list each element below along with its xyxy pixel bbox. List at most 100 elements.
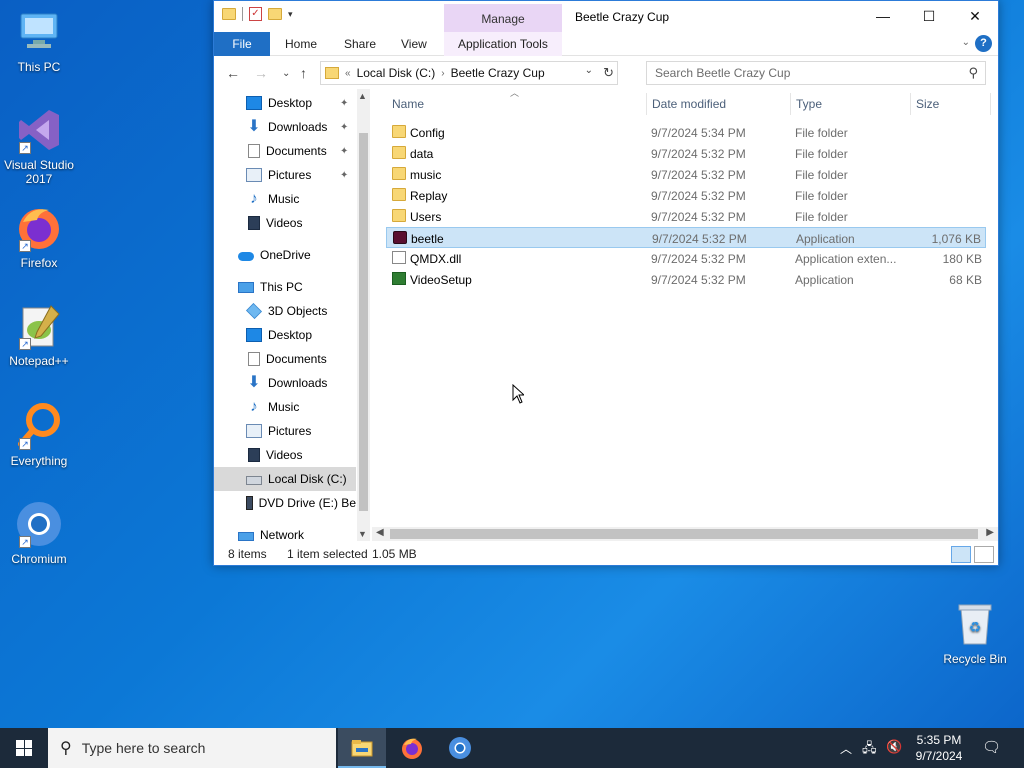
nav-item-pictures[interactable]: Pictures ✦	[214, 163, 356, 187]
nav-item-3d-objects[interactable]: 3D Objects	[214, 299, 356, 323]
nav-item-label: Downloads	[268, 376, 328, 390]
taskbar-file-explorer[interactable]	[338, 728, 386, 768]
minimize-button[interactable]: —	[860, 1, 906, 31]
nav-item-onedrive[interactable]: OneDrive	[214, 243, 356, 267]
horizontal-scrollbar[interactable]: ◀ ▶	[372, 527, 998, 541]
scroll-down-icon[interactable]: ▼	[358, 529, 367, 539]
close-button[interactable]: ✕	[952, 1, 998, 31]
tab-application-tools[interactable]: Application Tools	[444, 32, 562, 56]
nav-item-downloads[interactable]: ⬇ Downloads ✦	[214, 115, 356, 139]
properties-icon[interactable]: ✓	[249, 7, 262, 21]
nav-item-music[interactable]: ♪ Music	[214, 187, 356, 211]
table-row[interactable]: data 9/7/2024 5:32 PM File folder	[386, 143, 986, 164]
column-divider[interactable]	[990, 93, 991, 115]
new-folder-icon[interactable]	[268, 8, 282, 20]
table-row[interactable]: Config 9/7/2024 5:34 PM File folder	[386, 122, 986, 143]
table-row[interactable]: QMDX.dll 9/7/2024 5:32 PM Application ex…	[386, 248, 986, 269]
desktop-icon-this-pc[interactable]: This PC	[0, 8, 78, 74]
breadcrumb-local-disk[interactable]: Local Disk (C:)	[357, 66, 436, 80]
pin-icon: ✦	[340, 97, 349, 109]
pictures-icon	[246, 168, 262, 182]
start-button[interactable]	[0, 728, 48, 768]
column-header-name[interactable]: Name	[392, 97, 424, 111]
nav-pane-scrollbar[interactable]: ▲ ▼	[357, 89, 370, 541]
back-arrow-icon[interactable]: ←	[226, 65, 240, 81]
table-row[interactable]: Users 9/7/2024 5:32 PM File folder	[386, 206, 986, 227]
nav-item-music-pc[interactable]: ♪ Music	[214, 395, 356, 419]
column-divider[interactable]	[790, 93, 791, 115]
breadcrumb-overflow[interactable]: «	[345, 68, 351, 79]
desktop-icon-everything[interactable]: ↗ Everything	[0, 402, 78, 468]
maximize-button[interactable]: ☐	[906, 1, 952, 31]
nav-item-network[interactable]: Network	[214, 523, 356, 541]
breadcrumb-chevron-icon[interactable]: ›	[441, 68, 444, 79]
column-header-size[interactable]: Size	[916, 97, 939, 111]
tab-view[interactable]: View	[387, 32, 441, 56]
notifications-icon[interactable]: 🗨	[982, 738, 1001, 756]
refresh-icon[interactable]: ↻	[603, 65, 614, 81]
desktop-icon-visual-studio[interactable]: ↗ Visual Studio 2017	[0, 106, 78, 186]
taskbar-search-box[interactable]: ⚲ Type here to search	[48, 728, 336, 768]
nav-item-desktop-pc[interactable]: Desktop	[214, 323, 356, 347]
tab-home[interactable]: Home	[271, 32, 331, 56]
search-placeholder: Search Beetle Crazy Cup	[655, 66, 791, 80]
nav-item-dvd-drive[interactable]: DVD Drive (E:) Be	[214, 491, 356, 515]
column-divider[interactable]	[910, 93, 911, 115]
nav-item-local-disk[interactable]: Local Disk (C:)	[214, 467, 356, 491]
system-clock[interactable]: 5:35 PM 9/7/2024	[905, 732, 973, 764]
scrollbar-thumb[interactable]	[390, 529, 978, 539]
desktop-icon-recycle-bin[interactable]: ♻ Recycle Bin	[936, 600, 1014, 666]
tab-share[interactable]: Share	[330, 32, 390, 56]
nav-item-this-pc[interactable]: This PC	[214, 275, 356, 299]
desktop-icon-notepad-plus-plus[interactable]: ↗ Notepad++	[0, 302, 78, 368]
nav-item-label: 3D Objects	[268, 304, 328, 318]
volume-muted-icon[interactable]: 🔇	[886, 739, 902, 755]
search-input[interactable]: Search Beetle Crazy Cup ⚲	[646, 61, 986, 85]
forward-arrow-icon[interactable]: →	[254, 65, 268, 81]
breadcrumb-beetle-crazy-cup[interactable]: Beetle Crazy Cup	[451, 66, 545, 80]
table-row[interactable]: VideoSetup 9/7/2024 5:32 PM Application …	[386, 269, 986, 290]
scroll-right-icon[interactable]: ▶	[986, 527, 994, 538]
notepad-plus-plus-icon: ↗	[15, 302, 63, 350]
tab-file[interactable]: File	[214, 32, 270, 56]
scrollbar-thumb[interactable]	[359, 133, 368, 511]
show-hidden-icons-chevron-icon[interactable]: ︿	[840, 740, 852, 757]
expand-ribbon-chevron-icon[interactable]: ⌄	[962, 37, 970, 48]
column-divider[interactable]	[646, 93, 647, 115]
recent-locations-chevron-icon[interactable]: ⌄	[282, 68, 290, 79]
nav-item-desktop[interactable]: Desktop ✦	[214, 91, 356, 115]
scroll-up-icon[interactable]: ▲	[358, 91, 367, 101]
column-header-date[interactable]: Date modified	[652, 97, 726, 111]
up-arrow-icon[interactable]: ↑	[300, 65, 307, 81]
desktop-icon-chromium[interactable]: ↗ Chromium	[0, 500, 78, 566]
table-row[interactable]: music 9/7/2024 5:32 PM File folder	[386, 164, 986, 185]
selection-size: 1.05 MB	[372, 547, 417, 561]
help-icon[interactable]: ?	[975, 35, 992, 52]
folder-icon	[222, 8, 236, 20]
nav-item-documents-pc[interactable]: Documents	[214, 347, 356, 371]
desktop-icon-firefox[interactable]: ↗ Firefox	[0, 204, 78, 270]
customize-toolbar-dropdown-icon[interactable]: ▾	[288, 9, 293, 20]
title-bar[interactable]: ✓ ▾ Manage Beetle Crazy Cup — ☐ ✕	[214, 1, 998, 32]
details-view-icon[interactable]	[951, 546, 971, 563]
scroll-left-icon[interactable]: ◀	[376, 527, 384, 538]
quick-access-toolbar: ✓ ▾	[222, 7, 293, 21]
table-row-selected[interactable]: beetle 9/7/2024 5:32 PM Application 1,07…	[386, 227, 986, 248]
nav-item-pictures-pc[interactable]: Pictures	[214, 419, 356, 443]
nav-item-documents[interactable]: Documents ✦	[214, 139, 356, 163]
nav-item-downloads-pc[interactable]: ⬇ Downloads	[214, 371, 356, 395]
large-icons-view-icon[interactable]	[974, 546, 994, 563]
nav-item-videos[interactable]: Videos	[214, 211, 356, 235]
column-header-type[interactable]: Type	[796, 97, 822, 111]
visual-studio-icon: ↗	[15, 106, 63, 154]
network-status-icon[interactable]: 🖧	[862, 739, 877, 761]
taskbar-firefox[interactable]	[388, 728, 436, 768]
nav-item-videos-pc[interactable]: Videos	[214, 443, 356, 467]
address-dropdown-icon[interactable]: ⌄	[585, 65, 593, 76]
manage-contextual-tab[interactable]: Manage	[444, 4, 562, 32]
taskbar-chromium[interactable]	[436, 728, 484, 768]
address-field[interactable]: « Local Disk (C:) › Beetle Crazy Cup ⌄ ↻	[320, 61, 618, 85]
table-row[interactable]: Replay 9/7/2024 5:32 PM File folder	[386, 185, 986, 206]
file-type: File folder	[795, 168, 848, 182]
file-type: File folder	[795, 210, 848, 224]
